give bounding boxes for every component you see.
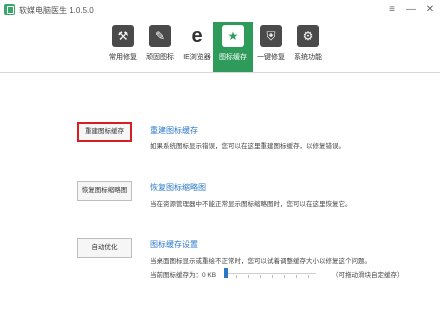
slider-tick	[272, 275, 273, 278]
tool-label: 系统功能	[294, 54, 322, 61]
slider-track[interactable]	[224, 273, 316, 274]
tool-one-click-repair[interactable]: ⛨ 一键修复	[251, 22, 291, 72]
restore-thumbnails-desc: 当在资源管理器中不能正常显示图标缩略图时，您可以在这里恢复它。	[150, 201, 352, 208]
toolbar-divider	[0, 72, 440, 73]
close-button[interactable]: ✕	[423, 3, 437, 16]
restore-thumbnails-button[interactable]: 恢复图标缩略图	[77, 181, 132, 201]
icon-cache-settings-desc: 当桌面图标显示或重绘不正常时，您可以试着调整缓存大小以修复这个问题。	[150, 258, 371, 265]
app-title: 软媒电脑医生 1.0.5.0	[19, 6, 94, 15]
rebuild-icon-cache-title[interactable]: 重建图标缓存	[150, 125, 198, 136]
system-function-icon: ⚙	[297, 25, 319, 47]
slider-tick	[248, 275, 249, 278]
slider-hint: （可拖动滑块自定缓存）	[332, 272, 404, 279]
cache-size-slider[interactable]	[224, 268, 316, 278]
slider-tick	[236, 275, 237, 278]
app-logo-icon	[4, 4, 15, 15]
slider-handle[interactable]	[224, 268, 228, 278]
one-click-repair-icon: ⛨	[260, 25, 282, 47]
tool-ie-browser[interactable]: e IE浏览器	[177, 22, 217, 72]
icon-cache-icon: ★	[222, 25, 244, 47]
slider-tick	[308, 275, 309, 278]
stubborn-icon-icon: ✎	[149, 25, 171, 47]
ie-browser-icon: e	[191, 25, 203, 47]
rebuild-icon-cache-desc: 如果系统图标显示错误，您可以在这里重建图标缓存，以修复错误。	[150, 143, 345, 150]
slider-tick	[296, 275, 297, 278]
tool-common-repair[interactable]: ⚒ 常用修复	[103, 22, 143, 72]
rebuild-icon-cache-button[interactable]: 重建图标缓存	[77, 122, 132, 142]
cache-size-label: 当前图标缓存为：0 KB	[150, 272, 217, 279]
auto-optimize-button[interactable]: 自动优化	[77, 238, 132, 258]
title-bar: 软媒电脑医生 1.0.5.0 ≡ — ✕	[0, 0, 440, 20]
restore-thumbnails-title[interactable]: 恢复图标缩略图	[150, 182, 206, 193]
tool-icon-cache[interactable]: ★ 图标缓存	[213, 22, 253, 72]
icon-cache-settings-title[interactable]: 图标缓存设置	[150, 239, 198, 250]
main-toolbar: ⚒ 常用修复 ✎ 顽固图标 e IE浏览器 ★ 图标缓存 ⛨ 一键修复 ⚙ 系统…	[0, 20, 440, 72]
minimize-button[interactable]: —	[404, 3, 418, 16]
tool-stubborn-icons[interactable]: ✎ 顽固图标	[140, 22, 180, 72]
repair-icon: ⚒	[112, 25, 134, 47]
slider-tick	[284, 275, 285, 278]
slider-tick	[260, 275, 261, 278]
menu-icon[interactable]: ≡	[385, 3, 399, 16]
tool-system-function[interactable]: ⚙ 系统功能	[288, 22, 328, 72]
